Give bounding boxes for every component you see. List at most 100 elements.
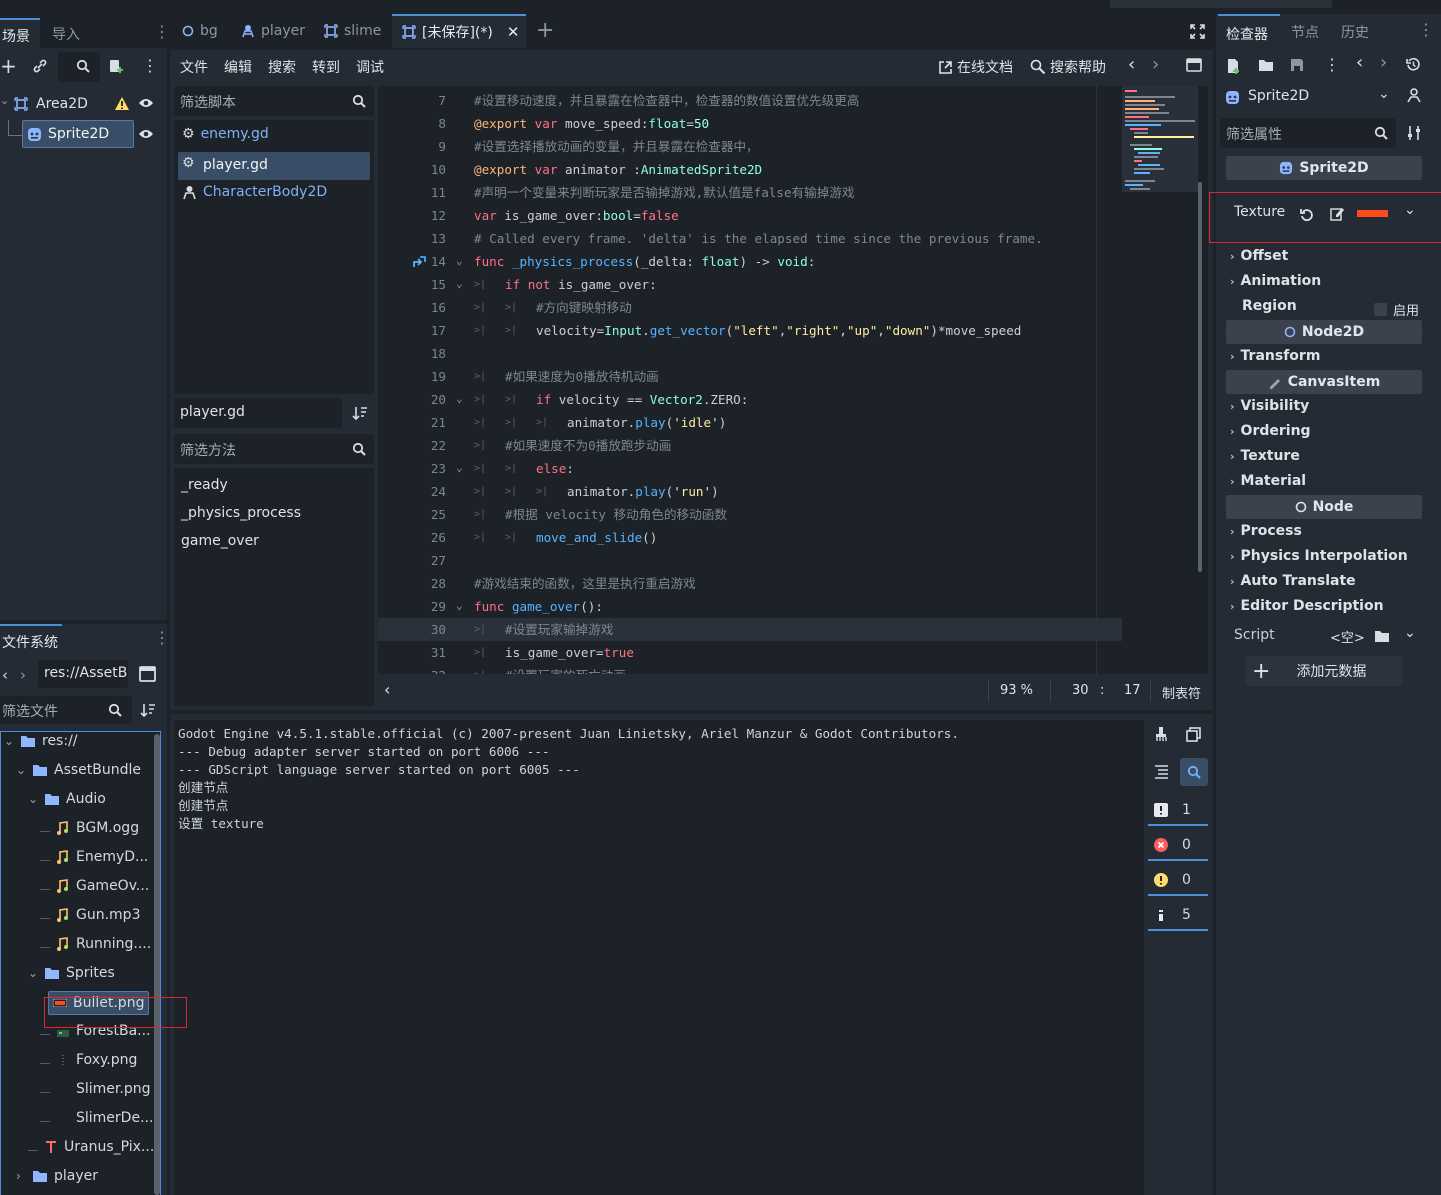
scene-menu-icon[interactable]: ⋮ (142, 56, 158, 75)
chevron-down-icon[interactable]: ⌄ (1404, 625, 1416, 641)
script-filter-input[interactable]: 筛选脚本 (174, 86, 374, 116)
chevron-down-icon[interactable]: ⌄ (28, 966, 38, 980)
prop-editor-description[interactable]: › Editor Description (1230, 598, 1384, 614)
object-selector[interactable]: Sprite2D ⌄ (1220, 84, 1396, 112)
minimap[interactable] (1122, 86, 1198, 206)
scene-filter-input[interactable] (58, 52, 100, 82)
tab-inspector[interactable]: 检查器 (1218, 14, 1280, 46)
script-item-player[interactable]: ⚙ player.gd (178, 152, 370, 180)
toggle-panel-icon[interactable]: ‹ (384, 680, 390, 699)
chevron-down-icon[interactable]: ⌄ (0, 94, 9, 107)
file-item[interactable]: ForestBa... (40, 1023, 151, 1039)
prop-transform[interactable]: › Transform (1230, 348, 1320, 364)
add-node-icon[interactable]: + (0, 54, 17, 78)
file-item[interactable]: Bullet.png (48, 991, 150, 1015)
warning-icon[interactable] (114, 96, 130, 111)
revert-icon[interactable] (1300, 207, 1314, 221)
prop-visibility[interactable]: › Visibility (1230, 398, 1309, 414)
more-menu-icon[interactable]: ⋮ (1324, 55, 1340, 74)
tree-row-sprite2d[interactable]: Sprite2D (22, 120, 134, 148)
region-enable-checkbox[interactable]: 启用 (1374, 300, 1419, 319)
online-docs-button[interactable]: 在线文档 (938, 57, 1013, 77)
file-item[interactable]: EnemyD... (40, 849, 148, 865)
tab-unsaved[interactable]: [未保存](*) ✕ (392, 14, 526, 48)
file-item[interactable]: Slimer.png (40, 1081, 150, 1097)
link-icon[interactable] (32, 58, 48, 74)
method-item[interactable]: game_over (181, 533, 259, 549)
output-search-toggle[interactable] (1180, 758, 1208, 786)
fold-chevron-icon[interactable]: ⌄ (456, 275, 463, 293)
folder-item[interactable]: ⌄ AssetBundle (16, 762, 141, 778)
folder-item[interactable]: ⌄ res:// (4, 733, 78, 749)
prop-material[interactable]: › Material (1230, 473, 1306, 489)
add-metadata-button[interactable]: + 添加元数据 (1246, 656, 1402, 686)
tab-scene[interactable]: 场景 (0, 18, 40, 48)
script-item-enemy[interactable]: ⚙ enemy.gd (182, 126, 269, 142)
new-resource-icon[interactable] (1226, 58, 1241, 74)
menu-debug[interactable]: 调试 (356, 60, 384, 76)
file-item[interactable]: Foxy.png (40, 1052, 137, 1068)
menu-file[interactable]: 文件 (180, 60, 208, 76)
method-item[interactable]: _ready (181, 477, 228, 493)
nav-forward-icon[interactable]: › (1380, 52, 1387, 73)
nav-back-icon[interactable]: ‹ (2, 666, 8, 684)
collapse-icon[interactable] (1154, 764, 1169, 779)
attach-script-icon[interactable] (108, 58, 124, 74)
nav-back-icon[interactable]: ‹ (1128, 54, 1135, 75)
tab-import[interactable]: 导入 (52, 24, 80, 44)
prop-offset[interactable]: › Offset (1230, 248, 1288, 264)
menu-goto[interactable]: 转到 (312, 60, 340, 76)
edit-resource-icon[interactable] (1330, 206, 1345, 221)
menu-search[interactable]: 搜索 (268, 60, 296, 76)
zoom-level[interactable]: 93 % (1000, 683, 1033, 698)
file-filter-input[interactable]: 筛选文件 (0, 696, 132, 724)
tab-player[interactable]: player (241, 14, 305, 48)
prop-animation[interactable]: › Animation (1230, 273, 1321, 289)
property-options-icon[interactable] (1406, 125, 1422, 141)
file-tree-scrollbar[interactable] (154, 734, 160, 1195)
distraction-free-icon[interactable] (1190, 24, 1205, 39)
tab-history[interactable]: 历史 (1341, 22, 1369, 42)
add-tab-icon[interactable]: + (536, 18, 554, 43)
filter-log-toggle[interactable]: 1 (1148, 796, 1208, 826)
script-item-characterbody[interactable]: CharacterBody2D (182, 184, 327, 200)
tab-node[interactable]: 节点 (1291, 22, 1319, 42)
chevron-down-icon[interactable]: ⌄ (16, 763, 26, 777)
sort-methods-icon[interactable] (352, 405, 368, 421)
save-icon[interactable] (1290, 58, 1304, 72)
chevron-down-icon[interactable]: ⌄ (28, 792, 38, 806)
dock-menu-icon[interactable]: ⋮ (154, 628, 170, 647)
texture-property[interactable]: Texture ⌄ (1226, 200, 1422, 228)
file-item[interactable]: BGM.ogg (40, 820, 139, 836)
chevron-down-icon[interactable]: ⌄ (4, 734, 14, 748)
file-item[interactable]: SlimerDe... (40, 1110, 153, 1126)
fold-chevron-icon[interactable]: ⌄ (456, 459, 463, 477)
tab-filesystem[interactable]: 文件系统 (0, 624, 62, 654)
file-item[interactable]: Uranus_Pix... (28, 1139, 154, 1155)
prop-process[interactable]: › Process (1230, 523, 1302, 539)
filter-errors-toggle[interactable]: 0 (1148, 831, 1208, 861)
override-icon[interactable] (412, 255, 426, 268)
folder-item[interactable]: ⌄ Audio (28, 791, 106, 807)
nav-back-icon[interactable]: ‹ (1356, 52, 1363, 73)
clear-output-icon[interactable] (1154, 726, 1169, 742)
path-field[interactable]: res://AssetB (38, 660, 128, 688)
layout-toggle-icon[interactable] (139, 666, 156, 682)
load-script-icon[interactable] (1374, 629, 1390, 643)
code-editor[interactable]: 7 #设置移动速度，并且暴露在检查器中，检查器的数值设置优先级更高 8 @export… (378, 86, 1208, 674)
copy-icon[interactable] (1186, 727, 1201, 742)
history-icon[interactable] (1406, 57, 1421, 72)
property-filter-input[interactable]: 筛选属性 (1220, 118, 1396, 148)
dock-menu-icon[interactable]: ⋮ (154, 22, 170, 41)
close-icon[interactable]: ✕ (507, 23, 520, 41)
open-folder-icon[interactable] (1258, 58, 1274, 72)
file-item[interactable]: Running.... (40, 936, 151, 952)
fold-chevron-icon[interactable]: ⌄ (456, 597, 463, 615)
tab-bg[interactable]: bg (182, 14, 218, 48)
file-item[interactable]: Gun.mp3 (40, 907, 140, 923)
folder-item[interactable]: › player (16, 1168, 98, 1184)
prop-ordering[interactable]: › Ordering (1230, 423, 1311, 439)
prop-physics-interpolation[interactable]: › Physics Interpolation (1230, 548, 1408, 564)
float-window-icon[interactable] (1186, 58, 1202, 72)
tab-slime[interactable]: slime (324, 14, 381, 48)
